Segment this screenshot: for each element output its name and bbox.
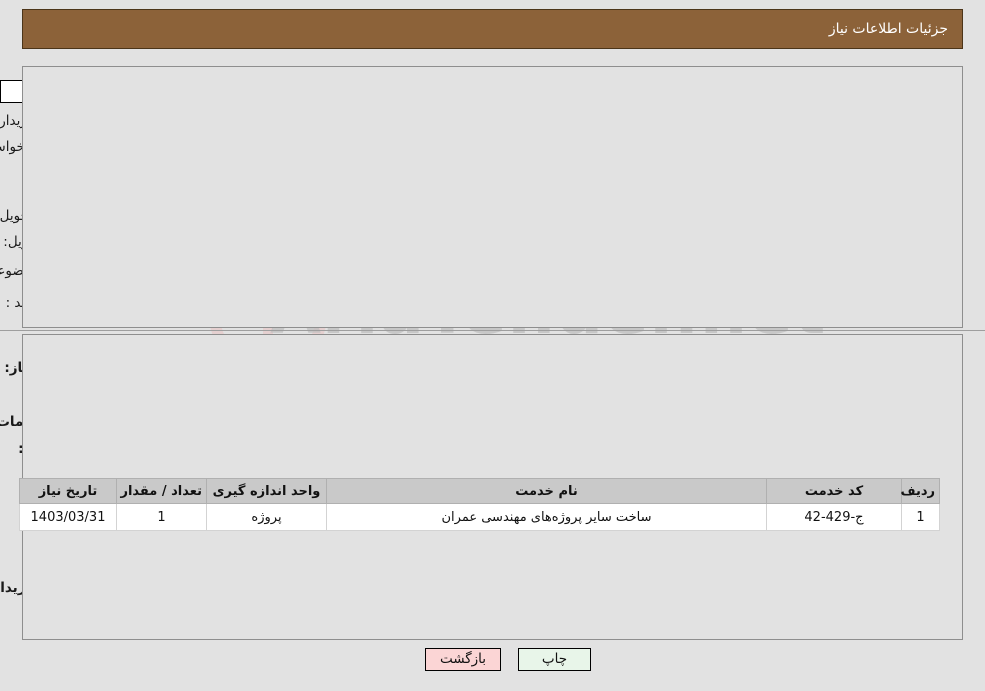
cell-quantity: 1 — [116, 503, 207, 531]
cell-unit: پروژه — [206, 503, 327, 531]
page-root: AriaTender.net جزئیات اطلاعات نیاز شماره… — [0, 0, 985, 691]
cell-row: 1 — [901, 503, 940, 531]
page-header-bar: جزئیات اطلاعات نیاز — [22, 9, 963, 49]
cell-service-code: ج-429-42 — [766, 503, 902, 531]
cell-need-date: 1403/03/31 — [19, 503, 117, 531]
page-title: جزئیات اطلاعات نیاز — [828, 21, 948, 37]
th-need-date: تاریخ نیاز — [19, 478, 117, 504]
back-button[interactable]: بازگشت — [425, 648, 501, 671]
table-row: 1 ج-429-42 ساخت سایر پروژه‌های مهندسی عم… — [19, 503, 940, 531]
table-header-row: ردیف کد خدمت نام خدمت واحد اندازه گیری ت… — [19, 478, 940, 504]
cell-service-name: ساخت سایر پروژه‌های مهندسی عمران — [326, 503, 767, 531]
services-table: ردیف کد خدمت نام خدمت واحد اندازه گیری ت… — [19, 478, 940, 531]
th-row: ردیف — [900, 478, 940, 504]
th-unit: واحد اندازه گیری — [206, 478, 327, 504]
th-service-code: کد خدمت — [766, 478, 902, 504]
section-divider-upper — [0, 330, 985, 331]
th-quantity: تعداد / مقدار — [116, 478, 207, 504]
need-info-panel — [22, 66, 963, 328]
print-button[interactable]: چاپ — [518, 648, 591, 671]
th-service-name: نام خدمت — [326, 478, 767, 504]
